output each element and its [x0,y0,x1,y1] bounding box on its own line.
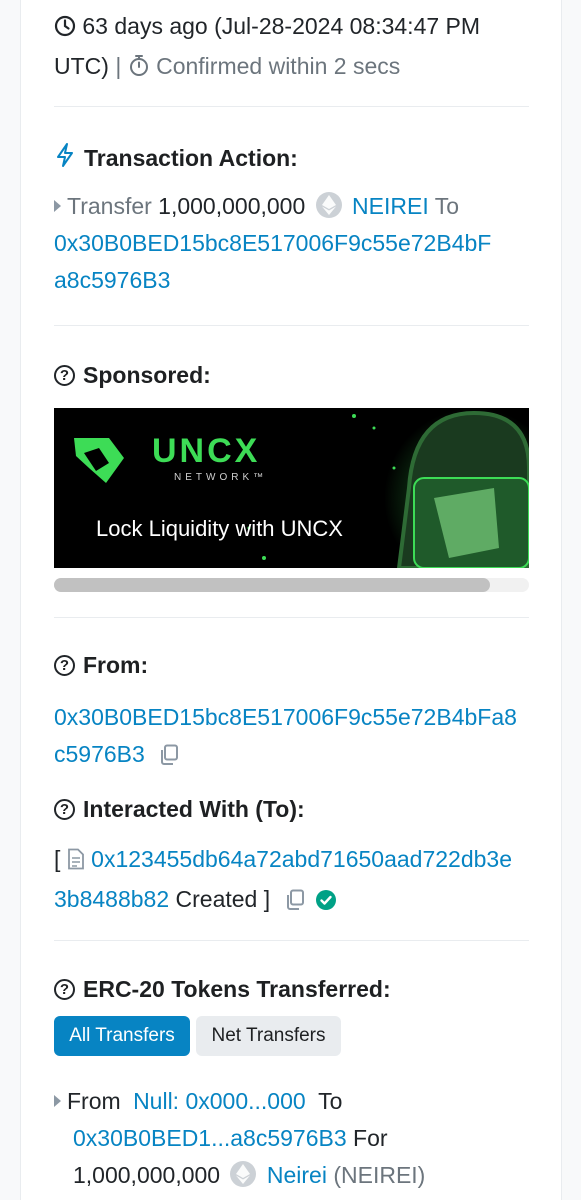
clock-icon [54,11,76,48]
copy-icon[interactable] [285,885,305,922]
caret-right-icon [54,200,61,212]
open-bracket: [ [54,846,61,872]
erc20-amount: 1,000,000,000 [73,1162,221,1188]
null-address-link[interactable]: Null: 0x000...000 [133,1088,306,1114]
sponsored-label: Sponsored: [83,362,211,388]
created-text: Created ] [175,886,271,912]
interacted-label: Interacted With (To): [83,796,305,822]
action-amount: 1,000,000,000 [158,193,306,219]
timestamp-age: 63 days ago (Jul-28-2024 08:34:47 PM [82,13,481,39]
for-word: For [353,1125,388,1151]
contract-address-link-cont[interactable]: 3b8488b82 [54,886,169,912]
interacted-heading: ? Interacted With (To): [54,796,529,823]
ad-scrollbar[interactable] [54,578,529,592]
erc20-heading: ? ERC-20 Tokens Transferred: [54,976,529,1003]
timestamp-utc: UTC) [54,53,109,79]
copy-icon[interactable] [159,740,179,777]
ad-tagline: Lock Liquidity with UNCX [96,516,343,541]
tab-net-transfers[interactable]: Net Transfers [196,1016,341,1056]
sponsored-ad-banner[interactable]: UNCX NETWORK™ Lock Liquidity with UNCX [54,408,529,568]
from-address-link-cont[interactable]: c5976B3 [54,741,145,767]
lightning-icon [54,142,76,174]
transaction-action-heading: Transaction Action: [54,142,529,174]
stopwatch-icon [128,51,150,88]
question-icon[interactable]: ? [54,799,75,820]
transaction-action-label: Transaction Action: [84,144,298,171]
contract-file-icon [67,844,85,881]
erc20-label: ERC-20 Tokens Transferred: [83,976,391,1002]
ad-scrollbar-thumb[interactable] [54,578,490,592]
ethereum-icon [230,1161,257,1187]
to-address-link[interactable]: 0x30B0BED15bc8E517006F9c55e72B4bF [54,230,491,256]
transaction-action-body: Transfer 1,000,000,000 NEIREI To 0x30B0B… [54,188,529,299]
token-name-link[interactable]: Neirei [267,1162,327,1188]
transaction-details-card: 63 days ago (Jul-28-2024 08:34:47 PM UTC… [20,0,562,1200]
erc20-transfer-row: From Null: 0x000...000 To 0x30B0BED1...a… [54,1083,529,1194]
sponsored-heading: ? Sponsored: [54,362,529,389]
ethereum-icon [315,192,342,218]
verified-check-icon [315,885,337,922]
divider [54,106,529,107]
from-address-link[interactable]: 0x30B0BED15bc8E517006F9c55e72B4bFa8 [54,704,517,730]
divider [54,940,529,941]
contract-address-link[interactable]: 0x123455db64a72abd71650aad722db3e [91,846,512,872]
separator: | [115,53,122,79]
erc20-to-address-link[interactable]: 0x30B0BED1...a8c5976B3 [73,1125,347,1151]
question-icon[interactable]: ? [54,979,75,1000]
caret-right-icon [54,1095,61,1107]
timestamp-row: 63 days ago (Jul-28-2024 08:34:47 PM UTC… [54,8,529,88]
from-address-block: 0x30B0BED15bc8E517006F9c55e72B4bFa8 c597… [54,699,529,777]
ad-brand: UNCX [152,432,261,470]
to-word: To [318,1088,343,1114]
action-verb: Transfer [67,193,152,219]
to-word: To [434,193,460,219]
ad-graphic [54,408,529,568]
divider [54,325,529,326]
tab-all-transfers[interactable]: All Transfers [54,1016,190,1056]
from-heading: ? From: [54,652,529,679]
token-symbol: (NEIREI) [333,1162,426,1188]
question-icon[interactable]: ? [54,655,75,676]
from-word: From [67,1088,121,1114]
divider [54,617,529,618]
ad-brand-sub: NETWORK™ [174,472,268,483]
question-icon[interactable]: ? [54,365,75,386]
from-label: From: [83,652,149,678]
confirmed-text: Confirmed within 2 secs [156,53,401,79]
interacted-address-block: [ 0x123455db64a72abd71650aad722db3e 3b84… [54,841,529,922]
to-address-link-cont[interactable]: a8c5976B3 [54,267,170,293]
token-link[interactable]: NEIREI [352,193,429,219]
